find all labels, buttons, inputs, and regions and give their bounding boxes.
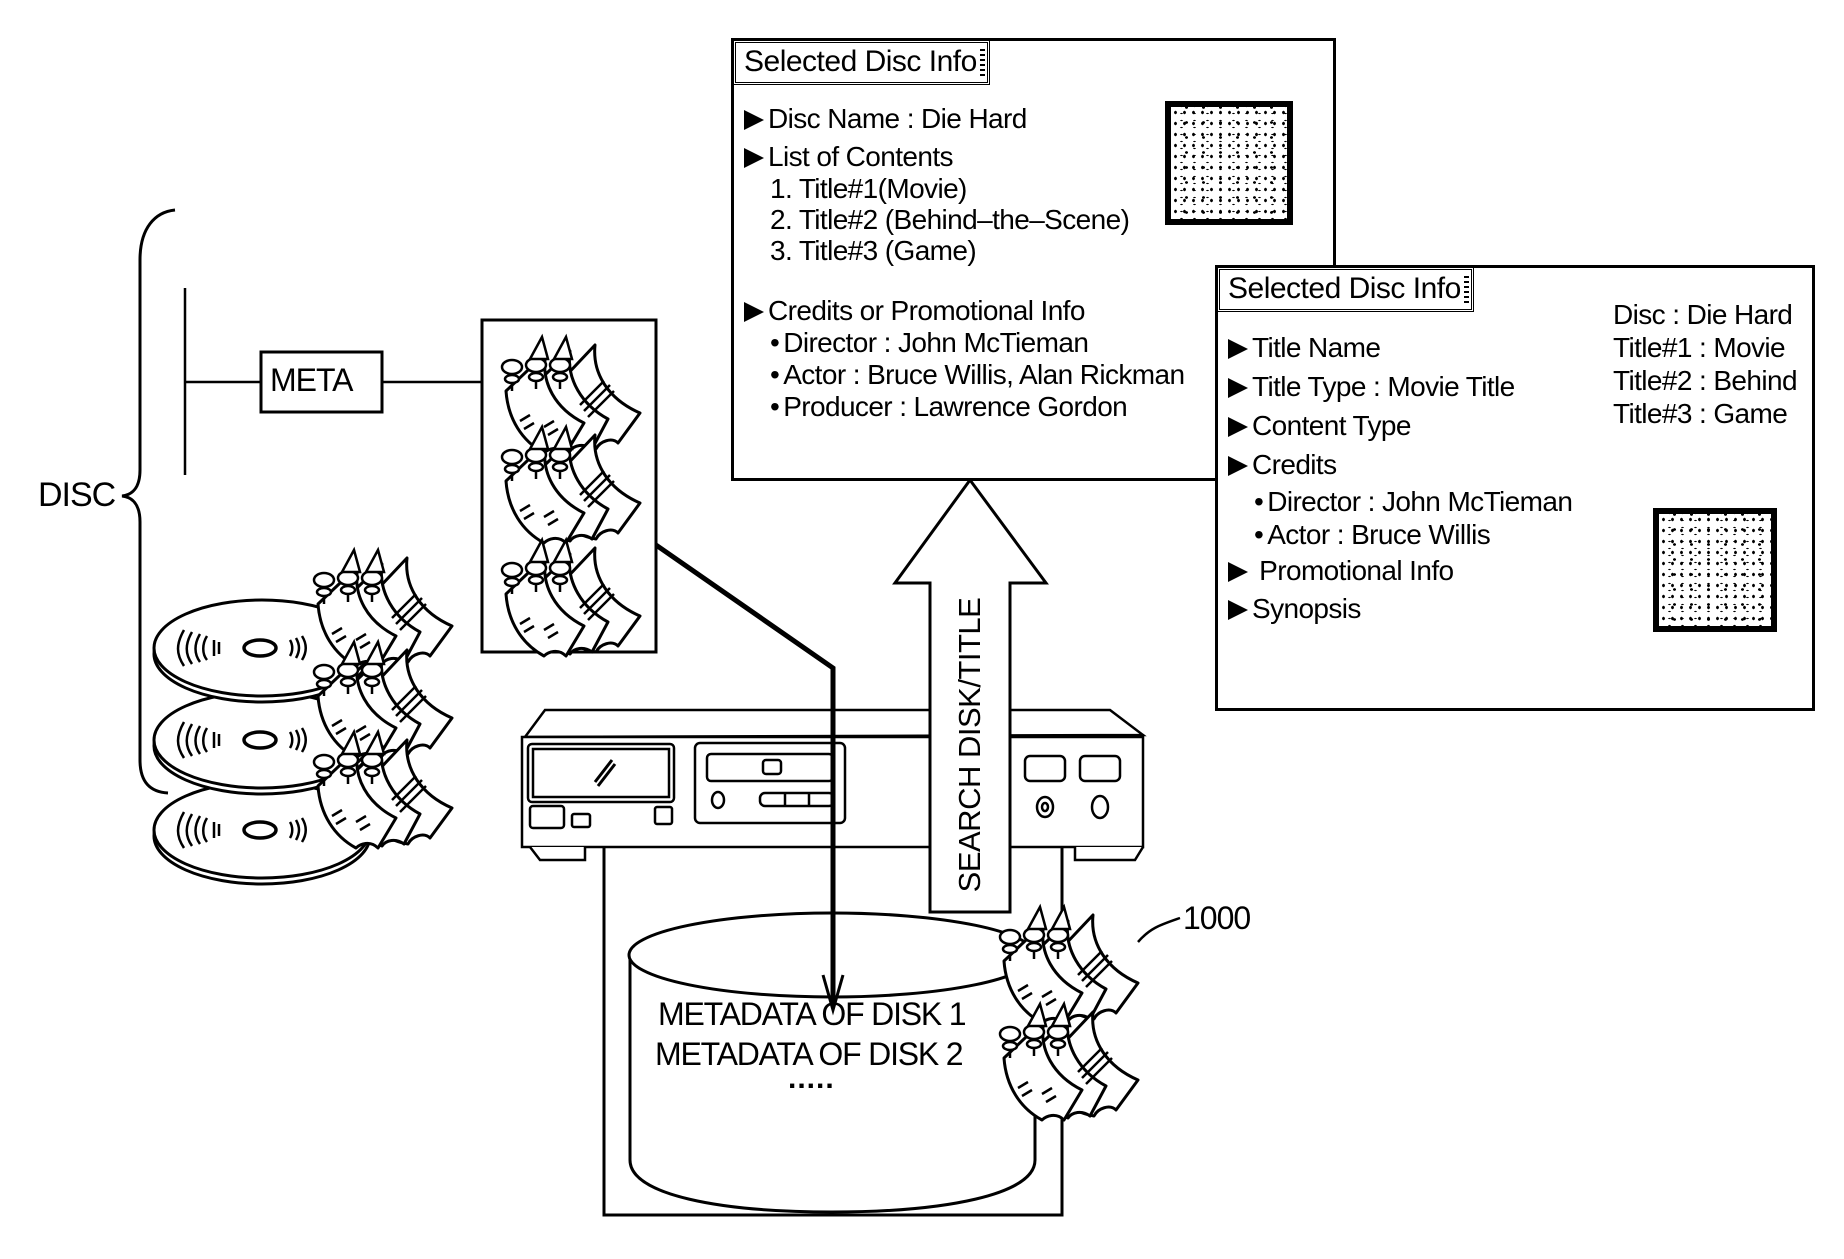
- triangle-bullet-icon: [1228, 378, 1248, 398]
- triangle-bullet-icon: [744, 110, 764, 130]
- triangle-bullet-icon: [1228, 600, 1248, 620]
- triangle-bullet-icon: [1228, 417, 1248, 437]
- title-type-item: Title Type : Movie Title: [1228, 371, 1515, 403]
- cover-image-thumbnail: [1653, 508, 1777, 632]
- summary-title-3: Title#3 : Game: [1613, 398, 1788, 429]
- reference-numeral: 1000: [1183, 900, 1251, 936]
- content-type-item: Content Type: [1228, 410, 1411, 442]
- synopsis-item: Synopsis: [1228, 593, 1361, 625]
- credit-producer: Producer : Lawrence Gordon: [770, 391, 1128, 423]
- database-line-1: METADATA OF DISK 1: [658, 996, 967, 1032]
- title-name-item: Title Name: [1228, 332, 1381, 364]
- database-ellipsis: .....: [788, 1062, 835, 1095]
- content-title-3: 3. Title#3 (Game): [770, 235, 977, 266]
- summary-disc: Disc : Die Hard: [1613, 299, 1793, 330]
- credit-director: Director : John McTieman: [1254, 486, 1573, 518]
- content-title-2: 2. Title#2 (Behind–the–Scene): [770, 204, 1130, 235]
- selected-disc-info-panel-2: Selected Disc Info Disc : Die Hard Title…: [1215, 265, 1815, 711]
- disc-name-item: Disc Name : Die Hard: [744, 103, 1027, 135]
- reference-leader-line: [1137, 916, 1181, 943]
- content-title-1: 1. Title#1(Movie): [770, 173, 967, 204]
- summary-title-1: Title#1 : Movie: [1613, 332, 1786, 363]
- credit-actor: Actor : Bruce Willis: [1254, 519, 1491, 551]
- credit-actor: Actor : Bruce Willis, Alan Rickman: [770, 359, 1185, 391]
- credits-item: Credits or Promotional Info: [744, 295, 1085, 327]
- summary-block: Disc : Die Hard Title#1 : Movie Title#2 …: [1613, 298, 1798, 430]
- triangle-bullet-icon: [744, 148, 764, 168]
- triangle-bullet-icon: [1228, 339, 1248, 359]
- credit-director: Director : John McTieman: [770, 327, 1089, 359]
- disc-group-brace: [121, 208, 176, 795]
- credits-item: Credits: [1228, 449, 1337, 481]
- triangle-bullet-icon: [1228, 456, 1248, 476]
- summary-title-2: Title#2 : Behind: [1613, 365, 1798, 396]
- triangle-bullet-icon: [744, 302, 764, 322]
- promotional-info-item: Promotional Info: [1228, 555, 1454, 587]
- meta-label: META: [270, 362, 354, 398]
- search-arrow-label: SEARCH DISK/TITLE: [952, 597, 987, 893]
- cover-image-thumbnail: [1165, 101, 1293, 225]
- pinned-document-stack-icon: [312, 548, 454, 668]
- triangle-bullet-icon: [1228, 562, 1248, 582]
- disc-label: DISC: [38, 476, 116, 514]
- list-of-contents-item: List of Contents: [744, 141, 954, 173]
- panel-title: Selected Disc Info: [1217, 267, 1474, 312]
- panel-title: Selected Disc Info: [733, 40, 990, 85]
